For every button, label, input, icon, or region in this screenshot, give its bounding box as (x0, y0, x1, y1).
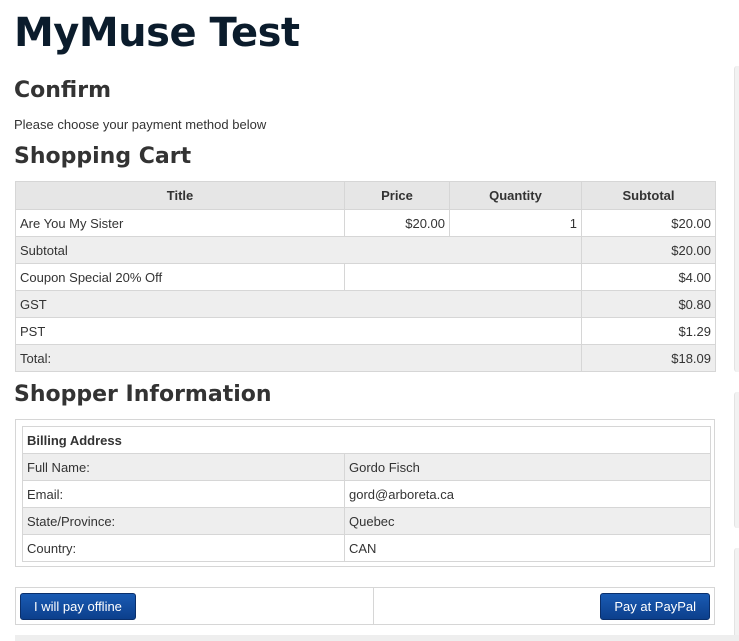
billing-row-country: Country: CAN (22, 534, 711, 562)
billing-label: State/Province: (22, 507, 345, 535)
actions-divider (373, 588, 374, 624)
billing-value: Quebec (344, 507, 711, 535)
subtotal-label: Subtotal (15, 236, 582, 264)
total-label: Total: (15, 344, 582, 372)
pst-label: PST (15, 317, 582, 345)
shopping-cart-table: Title Price Quantity Subtotal Are You My… (15, 181, 716, 372)
item-title: Are You My Sister (15, 209, 345, 237)
coupon-value: $4.00 (581, 263, 716, 291)
billing-address-table: Billing Address Full Name: Gordo Fisch E… (22, 426, 711, 562)
pay-offline-button[interactable]: I will pay offline (20, 593, 136, 620)
pay-at-paypal-button[interactable]: Pay at PayPal (600, 593, 710, 620)
sidebar-edge (734, 548, 739, 640)
column-header-subtotal: Subtotal (581, 181, 716, 210)
coupon-label: Coupon Special 20% Off (15, 263, 345, 291)
billing-address-header: Billing Address (22, 426, 711, 454)
gst-row: GST $0.80 (15, 290, 716, 318)
pst-row: PST $1.29 (15, 317, 716, 345)
shopping-cart-heading: Shopping Cart (14, 144, 192, 169)
cart-item-row: Are You My Sister $20.00 1 $20.00 (15, 209, 716, 237)
payment-actions: I will pay offline Pay at PayPal (15, 587, 715, 625)
confirm-intro: Please choose your payment method below (14, 117, 267, 132)
billing-label: Email: (22, 480, 345, 508)
billing-label: Country: (22, 534, 345, 562)
billing-row-full-name: Full Name: Gordo Fisch (22, 453, 711, 481)
total-row: Total: $18.09 (15, 344, 716, 372)
billing-value: gord@arboreta.ca (344, 480, 711, 508)
footer-strip (15, 635, 739, 641)
gst-value: $0.80 (581, 290, 716, 318)
item-quantity: 1 (449, 209, 582, 237)
column-header-price: Price (344, 181, 450, 210)
shopper-information-box: Billing Address Full Name: Gordo Fisch E… (15, 419, 715, 567)
coupon-spacer (344, 263, 582, 291)
column-header-title: Title (15, 181, 345, 210)
site-title: MyMuse Test (14, 10, 300, 56)
item-price: $20.00 (344, 209, 450, 237)
confirm-heading: Confirm (14, 78, 112, 103)
billing-header-row: Billing Address (22, 426, 711, 454)
coupon-row: Coupon Special 20% Off $4.00 (15, 263, 716, 291)
billing-row-state: State/Province: Quebec (22, 507, 711, 535)
billing-label: Full Name: (22, 453, 345, 481)
sidebar-edge (734, 66, 739, 372)
total-value: $18.09 (581, 344, 716, 372)
subtotal-row: Subtotal $20.00 (15, 236, 716, 264)
pst-value: $1.29 (581, 317, 716, 345)
item-subtotal: $20.00 (581, 209, 716, 237)
billing-value: CAN (344, 534, 711, 562)
billing-row-email: Email: gord@arboreta.ca (22, 480, 711, 508)
shopper-information-heading: Shopper Information (14, 382, 272, 407)
gst-label: GST (15, 290, 582, 318)
billing-value: Gordo Fisch (344, 453, 711, 481)
sidebar-edge (734, 392, 739, 528)
subtotal-value: $20.00 (581, 236, 716, 264)
column-header-quantity: Quantity (449, 181, 582, 210)
cart-header-row: Title Price Quantity Subtotal (15, 181, 716, 210)
